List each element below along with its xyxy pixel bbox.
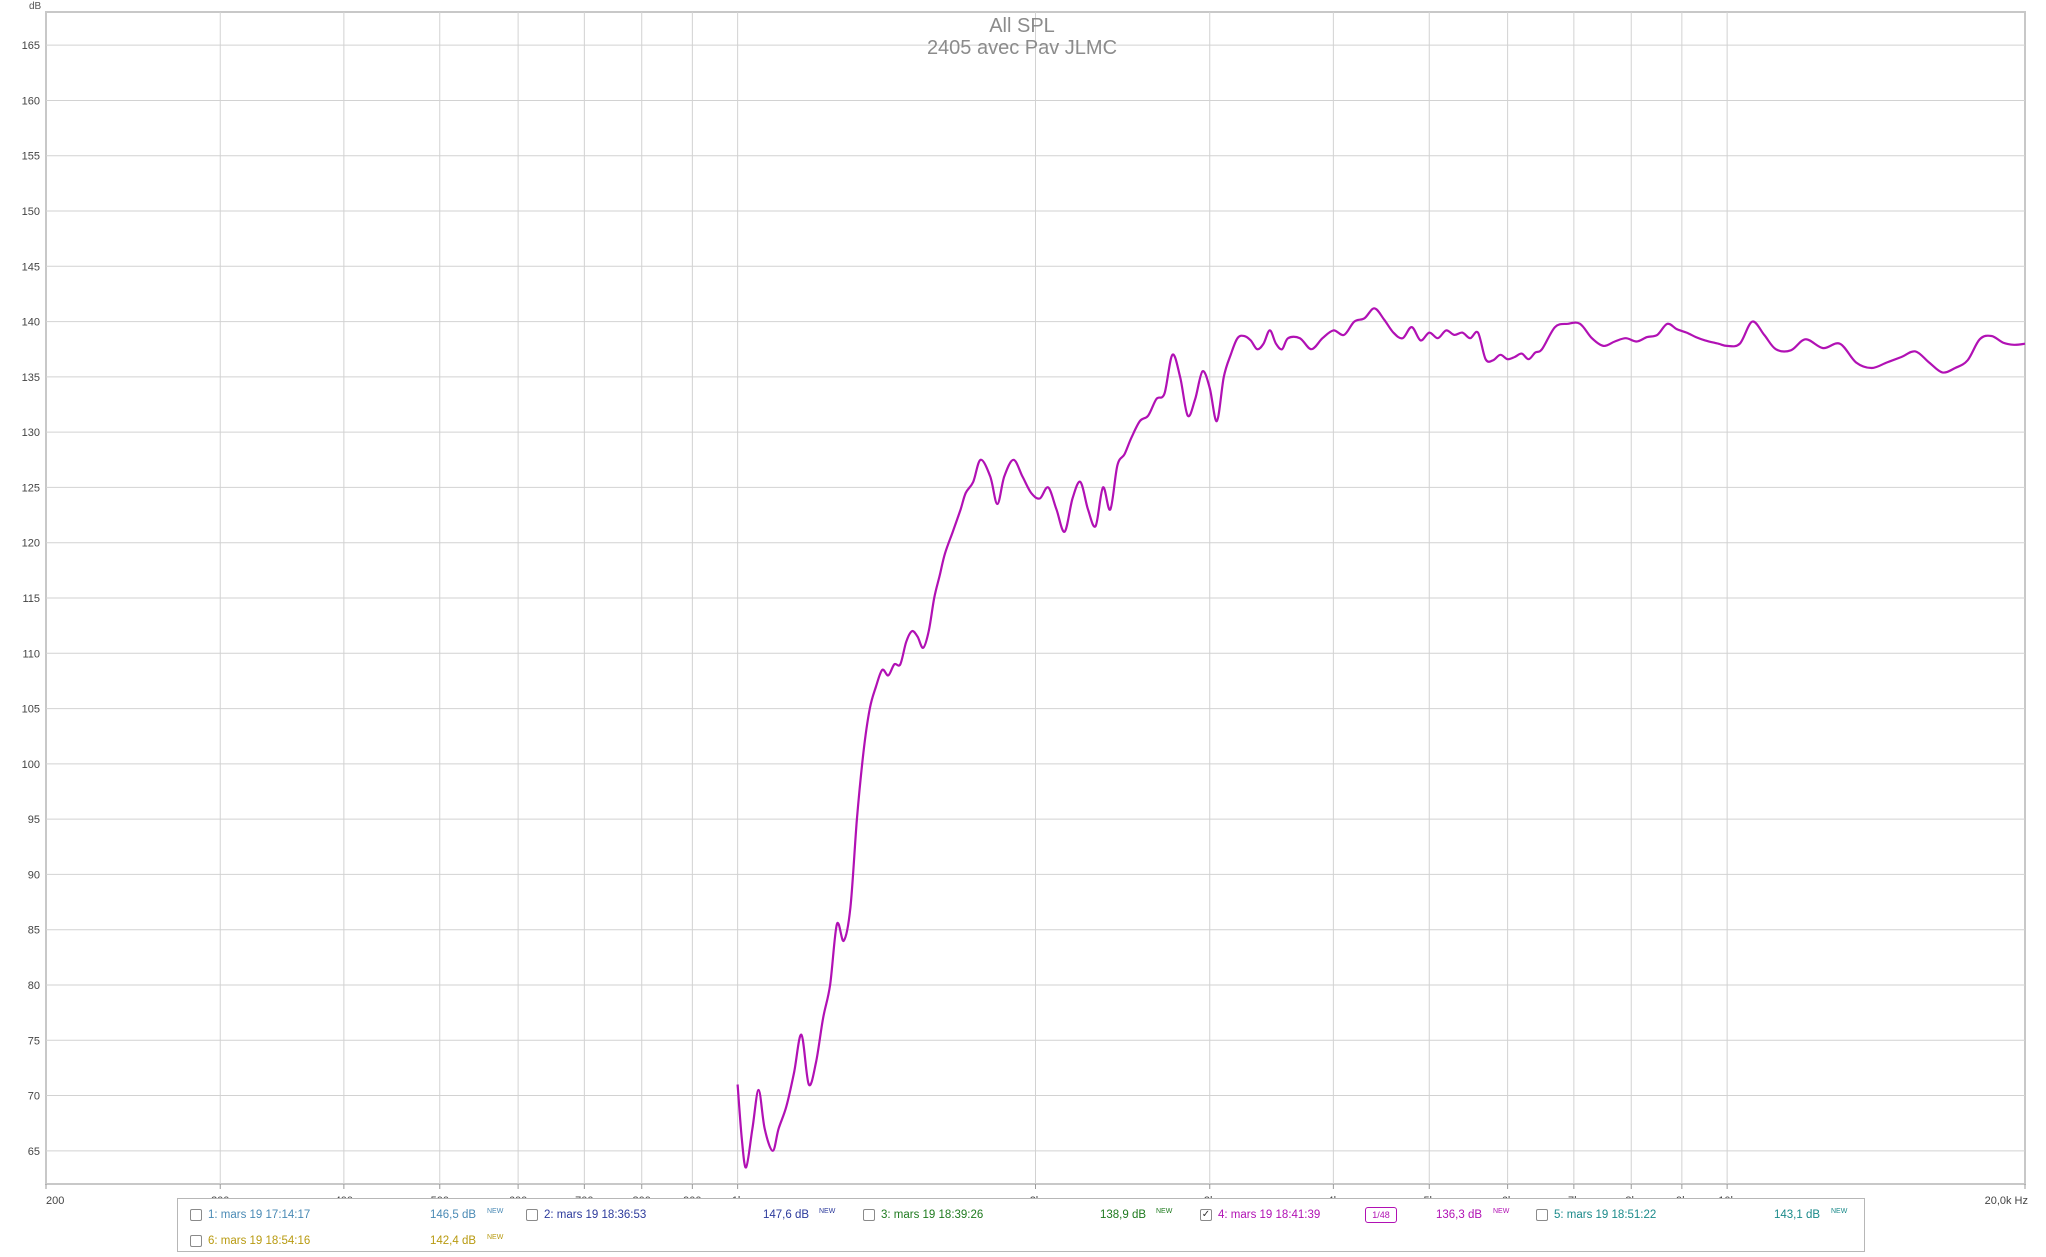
y-tick-label: 100 bbox=[22, 759, 40, 771]
y-tick-label: 65 bbox=[28, 1146, 40, 1158]
legend-item-5[interactable]: 5: mars 19 18:51:22 143,1 dB NEW bbox=[1536, 1206, 1866, 1224]
y-axis-label: dB bbox=[29, 1, 42, 12]
smoothing-indicator[interactable]: 1/48 bbox=[1365, 1207, 1397, 1223]
legend-label-5: 5: mars 19 18:51:22 bbox=[1554, 1209, 1657, 1221]
y-tick-label: 140 bbox=[22, 317, 40, 329]
y-tick-label: 70 bbox=[28, 1091, 40, 1103]
legend-item-6[interactable]: 6: mars 19 18:54:16 142,4 dB NEW bbox=[190, 1232, 520, 1250]
legend-value-4: 136,3 dB bbox=[1436, 1209, 1483, 1221]
legend-value-1: 146,5 dB bbox=[430, 1209, 477, 1221]
y-tick-label: 165 bbox=[22, 40, 40, 52]
legend-item-1[interactable]: 1: mars 19 17:14:17 146,5 dB NEW bbox=[190, 1206, 520, 1224]
y-tick-label: 90 bbox=[28, 869, 40, 881]
legend-checkbox-1[interactable] bbox=[190, 1209, 202, 1221]
y-tick-label: 145 bbox=[22, 261, 40, 273]
spl-chart: 65 70 75 80 85 90 95 100 105 110 115 120 125 130 135 14… bbox=[22, 1, 2028, 1207]
y-tick-label: 160 bbox=[22, 95, 40, 107]
legend-badge-3: NEW bbox=[1156, 1208, 1173, 1215]
legend-checkbox-2[interactable] bbox=[526, 1209, 538, 1221]
x-tick-label: 200 bbox=[46, 1195, 64, 1207]
y-tick-label: 155 bbox=[22, 151, 40, 163]
legend-label-2: 2: mars 19 18:36:53 bbox=[544, 1209, 647, 1221]
y-axis-ticks: 65 70 75 80 85 90 95 100 105 110 115 120 125 130 135 14… bbox=[22, 40, 40, 1158]
chart-subtitle: 2405 avec Pav JLMC bbox=[927, 37, 1117, 59]
legend-badge-6: NEW bbox=[487, 1234, 504, 1241]
y-tick-label: 125 bbox=[22, 482, 40, 494]
legend-badge-2: NEW bbox=[819, 1208, 836, 1215]
y-tick-label: 110 bbox=[22, 648, 40, 660]
legend-badge-4: NEW bbox=[1493, 1208, 1510, 1215]
y-tick-label: 95 bbox=[28, 814, 40, 826]
y-tick-label: 130 bbox=[22, 427, 40, 439]
y-tick-label: 120 bbox=[22, 538, 40, 550]
legend-checkbox-5[interactable] bbox=[1536, 1209, 1548, 1221]
legend-value-3: 138,9 dB bbox=[1100, 1209, 1147, 1221]
legend-label-3: 3: mars 19 18:39:26 bbox=[881, 1209, 984, 1221]
legend-badge-1: NEW bbox=[487, 1208, 504, 1215]
legend-badge-5: NEW bbox=[1831, 1208, 1848, 1215]
legend-item-2[interactable]: 2: mars 19 18:36:53 147,6 dB NEW bbox=[526, 1206, 856, 1224]
legend-label-1: 1: mars 19 17:14:17 bbox=[208, 1209, 311, 1221]
legend-label-4: 4: mars 19 18:41:39 bbox=[1218, 1209, 1321, 1221]
measurement-legend: 1: mars 19 17:14:17 146,5 dB NEW 2: mars… bbox=[177, 1198, 1865, 1252]
legend-checkbox-3[interactable] bbox=[863, 1209, 875, 1221]
y-tick-label: 85 bbox=[28, 925, 40, 937]
legend-item-4[interactable]: ✓ 4: mars 19 18:41:39 1/48 136,3 dB NEW bbox=[1200, 1206, 1530, 1224]
y-tick-label: 80 bbox=[28, 980, 40, 992]
y-tick-label: 135 bbox=[22, 372, 40, 384]
legend-value-5: 143,1 dB bbox=[1774, 1209, 1821, 1221]
legend-value-2: 147,6 dB bbox=[763, 1209, 810, 1221]
y-tick-label: 105 bbox=[22, 704, 40, 716]
legend-checkbox-6[interactable] bbox=[190, 1235, 202, 1247]
legend-value-6: 142,4 dB bbox=[430, 1235, 477, 1247]
legend-checkbox-4[interactable]: ✓ bbox=[1200, 1209, 1212, 1221]
y-tick-label: 115 bbox=[22, 593, 40, 605]
x-tick-label: 20,0k Hz bbox=[1985, 1195, 2028, 1207]
legend-label-6: 6: mars 19 18:54:16 bbox=[208, 1235, 311, 1247]
y-tick-label: 75 bbox=[28, 1035, 40, 1047]
y-tick-label: 150 bbox=[22, 206, 40, 218]
legend-item-3[interactable]: 3: mars 19 18:39:26 138,9 dB NEW bbox=[863, 1206, 1193, 1224]
chart-title: All SPL bbox=[989, 15, 1055, 37]
